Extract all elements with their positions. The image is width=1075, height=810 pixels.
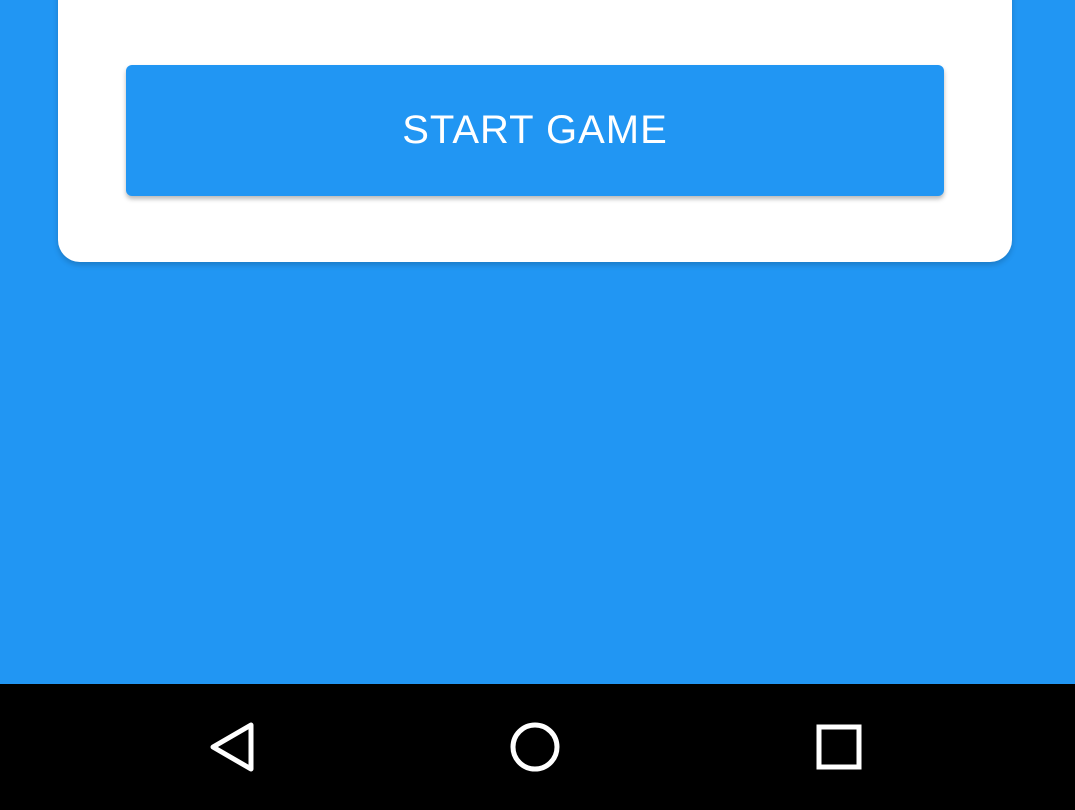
back-icon <box>210 722 254 772</box>
nav-recents-button[interactable] <box>797 705 881 789</box>
recents-icon <box>816 724 862 770</box>
start-game-button[interactable]: START GAME <box>126 65 944 196</box>
home-icon <box>510 722 560 772</box>
nav-back-button[interactable] <box>191 705 275 789</box>
system-navigation-bar <box>0 684 1075 810</box>
app-content-area: START GAME <box>0 0 1075 684</box>
game-setup-card: START GAME <box>58 0 1012 262</box>
nav-home-button[interactable] <box>493 705 577 789</box>
